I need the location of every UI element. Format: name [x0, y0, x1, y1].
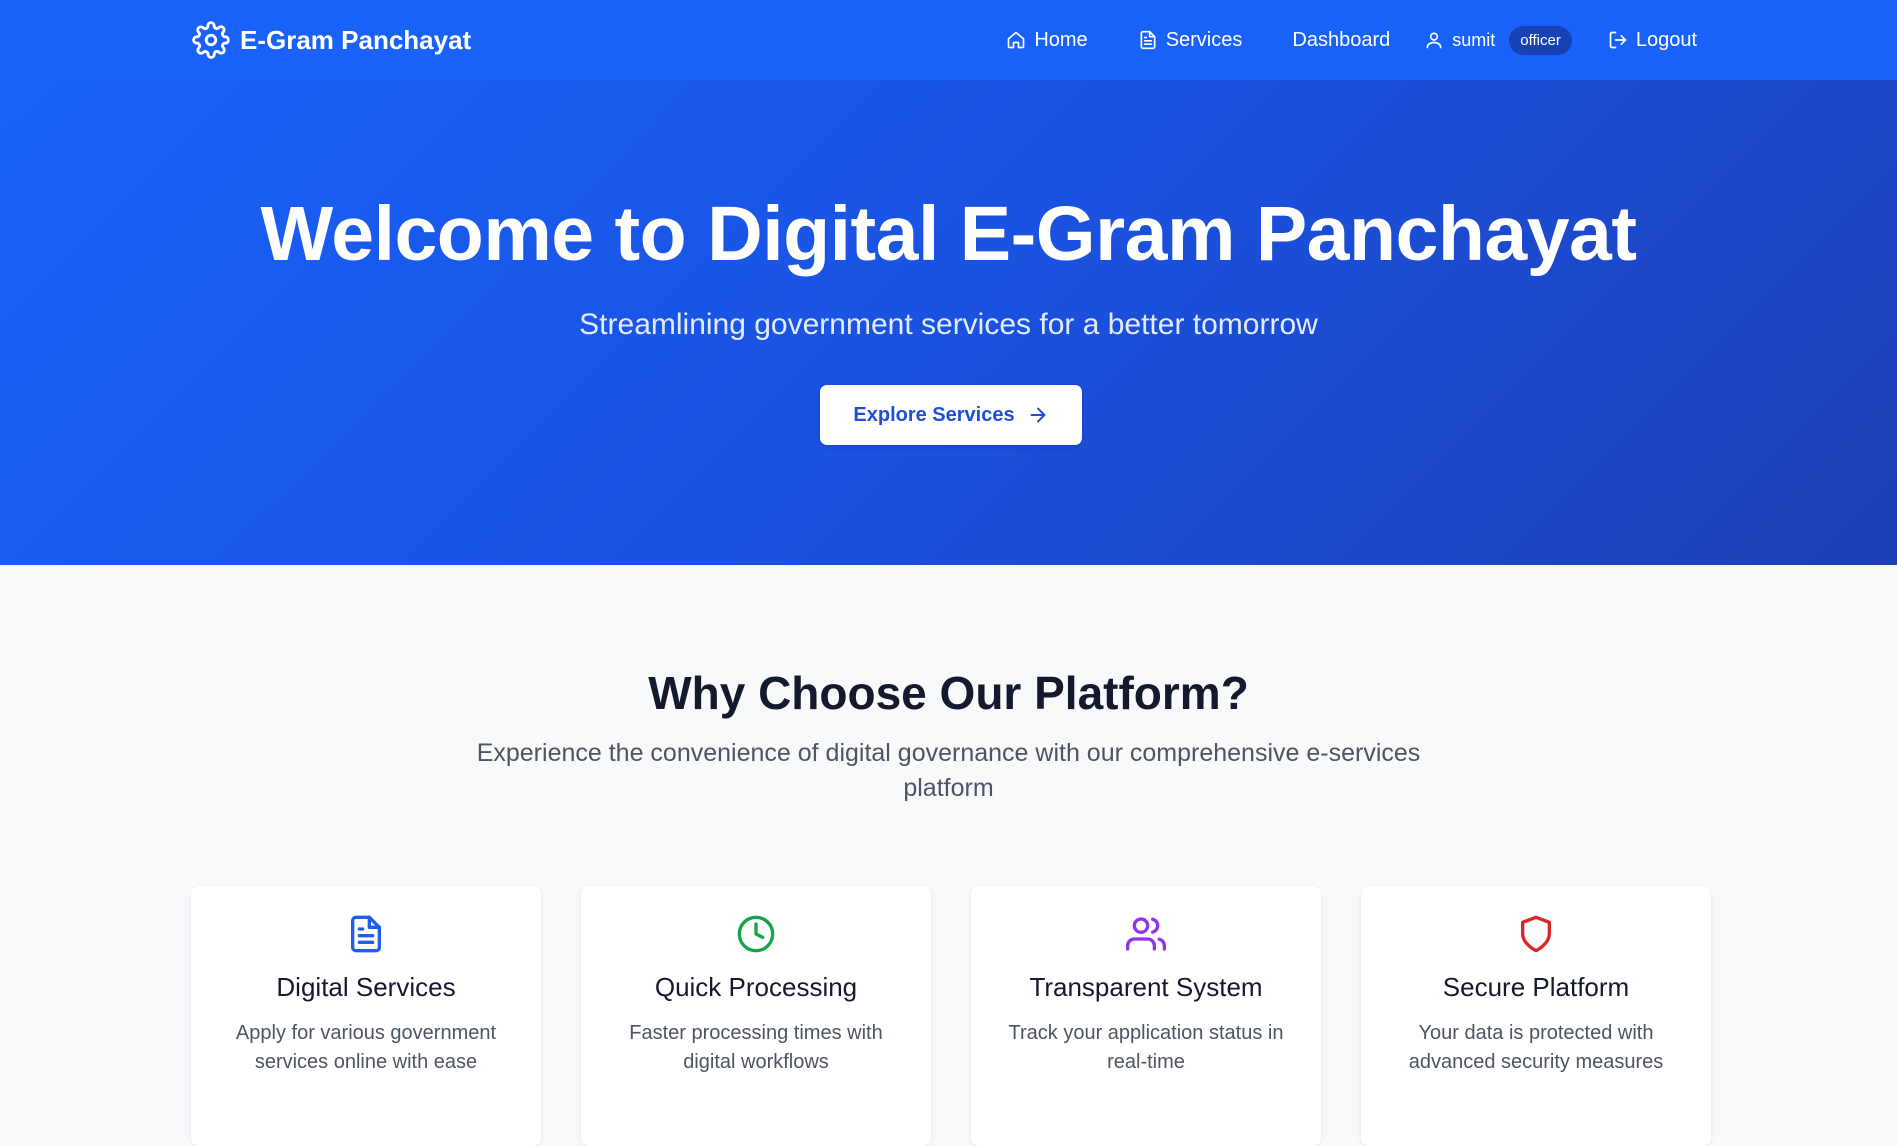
nav-services-label: Services — [1165, 28, 1243, 51]
feature-card-desc: Faster processing times with digital wor… — [629, 1022, 883, 1073]
feature-cards: Digital Services Apply for various gover… — [191, 886, 1711, 1146]
nav-dashboard-label: Dashboard — [1292, 28, 1391, 51]
features-title: Why Choose Our Platform? — [648, 667, 1249, 719]
feature-card-title: Quick Processing — [654, 972, 858, 1002]
gear-icon — [192, 21, 230, 59]
nav-services-link[interactable]: Services — [1138, 28, 1243, 52]
username: sumit — [1452, 29, 1496, 50]
brand-name: E-Gram Panchayat — [240, 24, 472, 55]
hero-section: Welcome to Digital E-Gram Panchayat Stre… — [0, 80, 1897, 565]
explore-services-button[interactable]: Explore Services — [820, 385, 1082, 445]
feature-card-title: Digital Services — [276, 972, 456, 1002]
role-badge: officer — [1509, 25, 1572, 55]
brand-link[interactable]: E-Gram Panchayat — [192, 0, 471, 80]
feature-card-title: Secure Platform — [1442, 972, 1630, 1002]
hero-title: Welcome to Digital E-Gram Panchayat — [260, 191, 1637, 277]
feature-card-quick-processing: Quick Processing Faster processing times… — [581, 886, 931, 1146]
document-icon — [1140, 30, 1156, 50]
document-icon — [351, 915, 381, 953]
feature-card-transparent-system: Transparent System Track your applicatio… — [971, 886, 1321, 1146]
feature-card-desc: Track your application status in real-ti… — [1008, 1022, 1284, 1073]
hero-subtitle: Streamlining government services for a b… — [579, 308, 1318, 341]
user-icon — [1426, 32, 1442, 49]
logout-label: Logout — [1635, 28, 1697, 51]
features-subtitle: Experience the convenience of digital go… — [476, 739, 1421, 802]
clock-icon — [737, 915, 775, 953]
explore-services-label: Explore Services — [853, 403, 1015, 426]
shield-icon — [1521, 915, 1551, 953]
nav-dashboard-link[interactable]: Dashboard — [1292, 29, 1390, 52]
feature-card-desc: Your data is protected with advanced sec… — [1408, 1022, 1664, 1073]
user-menu[interactable]: sumit officer — [1424, 25, 1572, 55]
feature-card-desc: Apply for various government services on… — [235, 1022, 497, 1073]
logout-button[interactable]: Logout — [1608, 29, 1697, 52]
feature-card-secure-platform: Secure Platform Your data is protected w… — [1361, 886, 1711, 1146]
users-icon — [1126, 917, 1166, 951]
main-nav: Home Services Dashboard sumit officer Lo… — [1006, 0, 1697, 80]
home-icon — [1007, 31, 1025, 49]
nav-home-link[interactable]: Home — [1006, 28, 1088, 52]
feature-card-title: Transparent System — [1029, 972, 1263, 1002]
feature-card-digital-services: Digital Services Apply for various gover… — [191, 886, 541, 1146]
nav-home-label: Home — [1034, 28, 1088, 51]
top-navbar: E-Gram Panchayat Home Services Dashboard — [0, 0, 1897, 80]
logout-icon — [1609, 31, 1627, 49]
arrow-right-icon — [1030, 407, 1046, 423]
